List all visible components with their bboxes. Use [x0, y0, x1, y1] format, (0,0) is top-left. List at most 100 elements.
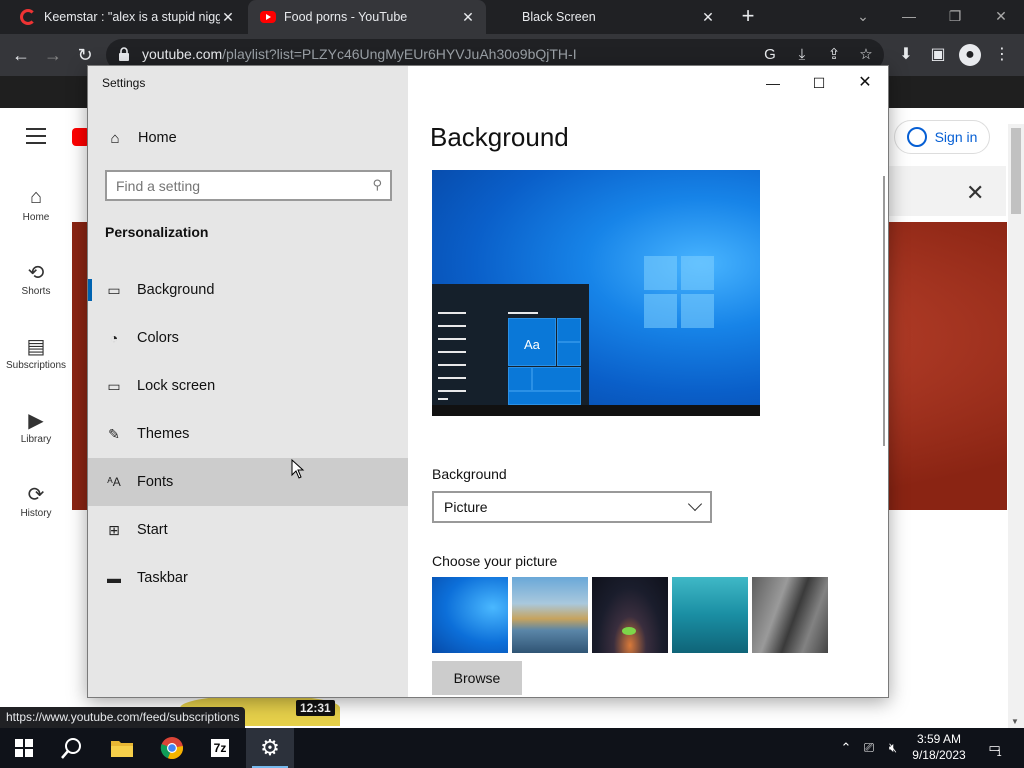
nav-item-start[interactable]: ⊞ Start — [88, 506, 408, 554]
settings-window: Settings ⌂ Home ⚲ Personalization ▭ Back… — [87, 65, 889, 698]
url-text: youtube.com/playlist?list=PLZYc46UngMyEU… — [142, 46, 577, 62]
picture-thumbnail-night-sky[interactable] — [592, 577, 668, 653]
close-banner-icon[interactable]: ✕ — [966, 180, 984, 206]
back-button[interactable]: ← — [6, 40, 36, 70]
restore-icon[interactable]: ❐ — [932, 0, 978, 34]
home-icon: ⌂ — [29, 186, 43, 208]
preview-line — [438, 364, 466, 366]
yt-nav-shorts[interactable]: ⟲ Shorts — [0, 260, 72, 297]
lock-screen-icon: ▭ — [107, 377, 121, 394]
yt-nav-library[interactable]: ▶ Library — [0, 408, 72, 445]
nav-item-background[interactable]: ▭ Background — [88, 266, 408, 314]
preview-line — [438, 312, 466, 314]
dropdown-value: Picture — [444, 499, 488, 515]
taskbar-search-button[interactable] — [48, 728, 96, 768]
start-icon: ⊞ — [108, 521, 120, 538]
tab-title: Food porns - YouTube — [284, 10, 408, 24]
preview-tile-text: Aa — [524, 337, 540, 352]
preview-line — [438, 377, 466, 379]
tab-close-icon[interactable]: ✕ — [220, 9, 236, 26]
forward-button[interactable]: → — [38, 40, 68, 70]
preview-line — [508, 312, 538, 314]
search-icon: ⚲ — [372, 177, 382, 192]
background-type-dropdown[interactable]: Picture — [432, 491, 712, 523]
windows-taskbar: 7z ⚙ ⌃ ⎚ 🔇︎ 3:59 AM 9/18/2023 ▭ 1 — [0, 728, 1024, 768]
settings-home-link[interactable]: ⌂ Home — [88, 122, 408, 154]
browse-button[interactable]: Browse — [432, 661, 522, 695]
find-setting-search: ⚲ — [105, 170, 392, 201]
tab-close-icon[interactable]: ✕ — [700, 9, 716, 26]
sign-in-button[interactable]: Sign in — [894, 120, 990, 154]
picture-thumbnail-beach-rocks[interactable] — [512, 577, 588, 653]
home-icon: ⌂ — [110, 129, 120, 147]
background-type-label: Background — [432, 466, 507, 482]
tab-keemstar[interactable]: Keemstar : "alex is a stupid nigge ✕ — [8, 0, 246, 34]
windows-start-button[interactable] — [0, 728, 48, 768]
settings-content: Background Aa Background Picture Choose … — [408, 66, 888, 697]
section-heading: Personalization — [105, 224, 209, 240]
new-tab-button[interactable]: + — [737, 0, 759, 34]
bookmark-star-icon[interactable]: ☆ — [856, 45, 876, 65]
video-duration-badge: 12:31 — [296, 700, 335, 716]
chrome-taskbar-button[interactable] — [148, 728, 196, 768]
chrome-menu-icon[interactable]: ⋮ — [991, 44, 1013, 66]
yt-nav-subscriptions[interactable]: ▤ Subscriptions — [0, 334, 72, 371]
settings-sidebar: Settings ⌂ Home ⚲ Personalization ▭ Back… — [88, 66, 408, 697]
picture-thumbnail-windows[interactable] — [432, 577, 508, 653]
volume-muted-icon[interactable]: 🔇︎ — [882, 728, 904, 768]
minimize-icon[interactable]: — — [886, 0, 932, 34]
search-icon — [61, 738, 81, 759]
taskbar-icon: ▬ — [107, 570, 121, 586]
scrollbar-thumb[interactable] — [1011, 128, 1021, 214]
search-input[interactable] — [107, 172, 390, 199]
lock-icon — [119, 47, 129, 61]
browser-tab-strip: Keemstar : "alex is a stupid nigge ✕ Foo… — [0, 0, 1024, 34]
yt-nav-history[interactable]: ⟳ History — [0, 482, 72, 519]
google-lens-icon[interactable]: G — [760, 45, 780, 65]
hamburger-menu-icon[interactable] — [26, 128, 46, 144]
tab-close-icon[interactable]: ✕ — [460, 9, 476, 26]
settings-taskbar-button[interactable]: ⚙ — [246, 728, 294, 768]
profile-avatar-icon[interactable]: ● — [959, 44, 981, 66]
yt-nav-home[interactable]: ⌂ Home — [0, 186, 72, 223]
youtube-favicon — [260, 11, 276, 23]
download-icon[interactable]: ⬇ — [895, 44, 917, 66]
nav-item-taskbar[interactable]: ▬ Taskbar — [88, 554, 408, 602]
clock-date: 9/18/2023 — [912, 748, 966, 762]
scroll-down-arrow-icon[interactable]: ▼ — [1011, 717, 1019, 726]
close-window-icon[interactable]: ✕ — [978, 0, 1024, 34]
taskbar-clock[interactable]: 3:59 AM 9/18/2023 — [904, 731, 974, 763]
7zip-button[interactable]: 7z — [196, 728, 244, 768]
side-panel-icon[interactable]: ▣ — [927, 44, 949, 66]
show-hidden-icons-chevron[interactable]: ⌃ — [836, 728, 856, 768]
nav-item-colors[interactable]: ◔ Colors — [88, 314, 408, 362]
chevron-down-icon — [687, 496, 703, 512]
subscriptions-icon: ▤ — [26, 336, 46, 358]
page-scrollbar[interactable]: ▼ — [1008, 124, 1024, 728]
preview-tile — [508, 367, 532, 391]
url-host: youtube.com — [142, 46, 223, 62]
preview-line — [438, 325, 466, 327]
preview-tile — [557, 318, 581, 342]
content-scrollbar[interactable] — [883, 176, 885, 446]
red-c-favicon — [20, 9, 36, 25]
preview-tile — [557, 342, 581, 366]
tab-black-screen[interactable]: Black Screen ✕ — [488, 0, 726, 34]
install-icon[interactable]: ⤓ — [792, 45, 812, 65]
nav-item-lock-screen[interactable]: ▭ Lock screen — [88, 362, 408, 410]
picture-thumbnail-underwater[interactable] — [672, 577, 748, 653]
home-label: Home — [138, 130, 177, 146]
network-icon[interactable]: ⎚ — [858, 728, 880, 768]
yt-nav-label: History — [20, 508, 52, 519]
file-explorer-button[interactable] — [98, 728, 146, 768]
sign-in-label: Sign in — [934, 129, 978, 145]
nav-item-fonts[interactable]: ᴬA Fonts — [88, 458, 408, 506]
yt-nav-label: Shorts — [21, 286, 51, 297]
picture-thumbnail-cliff[interactable] — [752, 577, 828, 653]
tab-search-chevron-icon[interactable]: ⌄ — [840, 0, 886, 34]
tab-food-porns[interactable]: Food porns - YouTube ✕ — [248, 0, 486, 34]
nav-item-themes[interactable]: ✎ Themes — [88, 410, 408, 458]
share-icon[interactable]: ⇪ — [824, 45, 844, 65]
preview-line — [438, 390, 466, 392]
action-center-button[interactable]: ▭ 1 — [978, 728, 1012, 768]
